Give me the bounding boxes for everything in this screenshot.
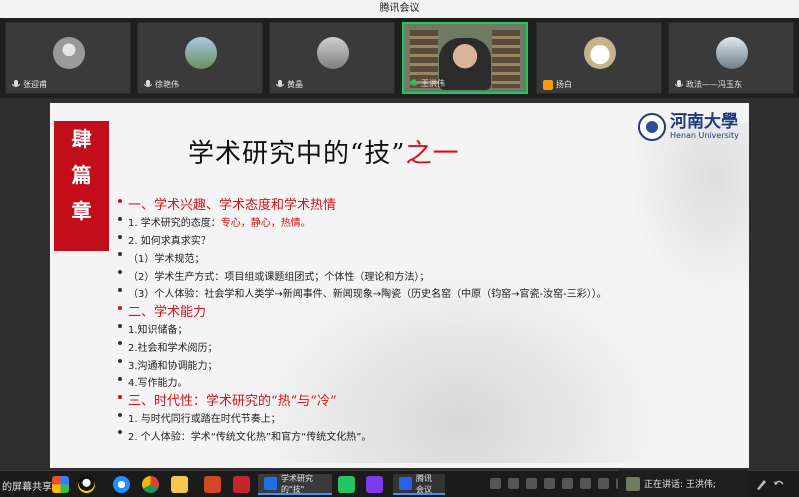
taskbar-item-presentation[interactable]: 学术研究的"技" [258, 474, 332, 495]
undo-icon[interactable] [772, 476, 785, 489]
participant-strip: 张迎甫 徐艳伟 黄晶 王洪伟 扬白 政法——冯玉东 [0, 18, 799, 98]
mic-muted-icon [12, 80, 20, 89]
list-item: 2. 个人体验：学术“传统文化热”和官方“传统文化热”。 [118, 426, 743, 444]
section-heading: 一、学术兴趣、学术态度和学术热情 [118, 195, 743, 213]
university-logo: 河南大學 Henan University [638, 113, 739, 141]
participant-tile[interactable]: 扬白 [536, 22, 662, 94]
speaking-indicator: 正在讲话: 王洪伟; [618, 470, 748, 497]
list-item: 4.写作能力。 [118, 373, 743, 391]
chapter-char: 章 [71, 199, 92, 223]
presentation-icon[interactable] [204, 476, 221, 493]
mic-muted-icon [144, 80, 152, 89]
section-heading: 二、学术能力 [118, 302, 743, 320]
avatar [626, 476, 640, 491]
tray-icon[interactable] [562, 478, 573, 489]
participant-tile[interactable]: 政法——冯玉东 [668, 22, 794, 94]
participant-name: 王洪伟 [421, 79, 445, 88]
window-title: 腾讯会议 [0, 0, 799, 18]
section-heading: 三、时代性：学术研究的“热”与“冷” [118, 391, 743, 409]
screen-share-label: 的屏幕共享 [2, 482, 52, 493]
wps-icon [264, 477, 277, 490]
avatar [317, 37, 349, 69]
taskbar-item-meeting[interactable]: 腾讯会议 [393, 474, 445, 495]
avatar [53, 37, 85, 69]
logo-cn-text: 河南大學 [670, 112, 738, 132]
chrome-icon[interactable] [142, 476, 159, 493]
participant-tile-active[interactable]: 王洪伟 [402, 22, 528, 94]
corner-controls [755, 476, 785, 490]
chapter-char: 肆 [71, 127, 92, 151]
list-item: 1. 与时代同行或踏在时代节奏上； [118, 409, 743, 427]
list-item: （2）学术生产方式：项目组或课题组团式；个体性（理论和方法）； [118, 266, 743, 284]
qq-icon[interactable] [78, 476, 95, 493]
list-item: （1）学术规范； [118, 248, 743, 266]
slide-body: 一、学术兴趣、学术态度和学术热情 1. 学术研究的态度： 专心，静心，热情。 2.… [118, 195, 743, 444]
video-background [492, 30, 520, 88]
mic-muted-icon [675, 80, 683, 89]
tray-icon[interactable] [526, 478, 537, 489]
list-item: 2. 如何求真求实？ [118, 231, 743, 249]
list-item: （3）个人体验：社会学和人类学→新闻事件、新闻现象→陶瓷（历史名窑（中原（钧窑→… [118, 284, 743, 302]
folder-icon[interactable] [171, 476, 188, 493]
logo-en-text: Henan University [670, 131, 739, 140]
video-feed [439, 38, 491, 90]
tray-icon[interactable] [490, 478, 501, 489]
media-player-icon[interactable] [338, 476, 355, 493]
mic-muted-icon [276, 80, 284, 89]
participant-name: 政法——冯玉东 [686, 80, 742, 89]
participant-tile[interactable]: 徐艳伟 [137, 22, 263, 94]
tray-icon[interactable] [580, 478, 591, 489]
slide-title: 学术研究中的“技”之一 [188, 139, 460, 169]
windows-start-icon[interactable] [52, 476, 69, 493]
mic-active-icon [410, 79, 418, 88]
participant-tile[interactable]: 张迎甫 [5, 22, 131, 94]
app-icon[interactable] [366, 476, 383, 493]
participant-name: 扬白 [556, 80, 572, 89]
shared-screen: 肆 篇 章 学术研究中的“技”之一 河南大學 Henan University … [0, 98, 799, 470]
tray-icon[interactable] [508, 478, 519, 489]
tray-icon[interactable] [544, 478, 555, 489]
list-item: 1. 学术研究的态度： 专心，静心，热情。 [118, 213, 743, 231]
pdf-icon[interactable] [233, 476, 250, 493]
presentation-slide: 肆 篇 章 学术研究中的“技”之一 河南大學 Henan University … [50, 103, 749, 468]
avatar [185, 37, 217, 69]
browser-icon[interactable] [113, 476, 130, 493]
pen-icon[interactable] [755, 476, 768, 490]
list-item: 2.社会和学术阅历； [118, 337, 743, 355]
participant-name: 徐艳伟 [155, 80, 179, 89]
user-icon [543, 79, 553, 90]
seal-icon [638, 113, 666, 141]
participant-name: 黄晶 [287, 80, 303, 89]
avatar [716, 37, 748, 69]
list-item: 1.知识储备； [118, 320, 743, 338]
chapter-band: 肆 篇 章 [54, 121, 109, 251]
speaking-text: 正在讲话: 王洪伟; [644, 480, 716, 490]
list-item: 3.沟通和协调能力； [118, 355, 743, 373]
participant-name: 张迎甫 [23, 80, 47, 89]
participant-tile[interactable]: 黄晶 [269, 22, 395, 94]
avatar [584, 37, 616, 69]
tray-icon[interactable] [598, 478, 609, 489]
tencent-meeting-icon [399, 477, 412, 490]
chapter-char: 篇 [71, 163, 92, 187]
